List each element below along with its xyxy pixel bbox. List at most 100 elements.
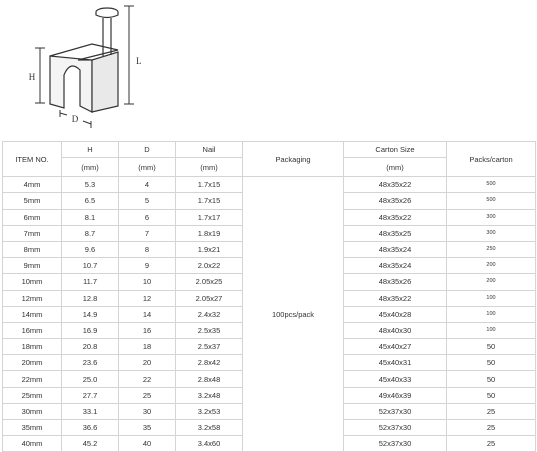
nail-cell: 2.05x25 xyxy=(175,273,243,291)
item-cell: 6mm xyxy=(2,208,62,226)
carton-cell: 45x40x31 xyxy=(343,354,447,372)
h-cell: 20.8 xyxy=(61,338,119,356)
table-row: 4mm 5.3 4 1.7x15 100pcs/pack 48x35x22 500 xyxy=(2,176,536,452)
nail-cell: 1.9x21 xyxy=(175,240,243,259)
d-cell: 35 xyxy=(118,418,176,437)
d-unit: (mm) xyxy=(118,157,176,178)
nail-cell: 3.2x53 xyxy=(175,402,243,421)
packs-cell: 250 xyxy=(446,240,536,259)
nail-cell: 2.8x48 xyxy=(175,370,243,388)
h-cell: 33.1 xyxy=(61,402,119,421)
nail-unit: (mm) xyxy=(175,157,243,178)
h-cell: 9.6 xyxy=(61,240,119,259)
nail-cell: 3.2x48 xyxy=(175,386,243,404)
carton-cell: 45x40x33 xyxy=(343,370,447,388)
item-cell: 18mm xyxy=(2,338,62,356)
nail-cell: 3.2x58 xyxy=(175,418,243,437)
carton-cell: 48x35x22 xyxy=(343,289,447,307)
carton-cell: 48x35x22 xyxy=(343,208,447,226)
d-cell: 5 xyxy=(118,192,176,210)
packs-cell: 50 xyxy=(446,354,536,372)
item-header: ITEM NO. xyxy=(2,140,62,178)
item-cell: 40mm xyxy=(2,435,62,452)
item-cell: 10mm xyxy=(2,273,62,291)
item-cell: 12mm xyxy=(2,289,62,307)
h-cell: 10.7 xyxy=(61,257,119,275)
h-cell: 5.3 xyxy=(61,176,119,194)
packs-cell: 500 xyxy=(446,176,536,194)
item-cell: 8mm xyxy=(2,240,62,259)
carton-cell: 48x35x26 xyxy=(343,273,447,291)
packs-cell: 100 xyxy=(446,321,536,340)
d-cell: 22 xyxy=(118,370,176,388)
item-cell: 22mm xyxy=(2,370,62,388)
d-cell: 4 xyxy=(118,176,176,194)
d-cell: 7 xyxy=(118,224,176,242)
packs-cell: 200 xyxy=(446,273,536,291)
carton-cell: 48x40x30 xyxy=(343,321,447,340)
d-cell: 14 xyxy=(118,305,176,323)
packs-cell: 300 xyxy=(446,224,536,242)
d-cell: 40 xyxy=(118,435,176,452)
packs-cell: 50 xyxy=(446,370,536,388)
nail-cell: 1.7x17 xyxy=(175,208,243,226)
nail-cell: 1.8x19 xyxy=(175,224,243,242)
packs-cell: 25 xyxy=(446,402,536,421)
carton-cell: 48x35x26 xyxy=(343,192,447,210)
h-cell: 36.6 xyxy=(61,418,119,437)
packs-cell: 500 xyxy=(446,192,536,210)
carton-cell: 48x35x22 xyxy=(343,176,447,194)
h-cell: 23.6 xyxy=(61,354,119,372)
nail-cell: 1.7x15 xyxy=(175,176,243,194)
l-dimension xyxy=(124,5,134,105)
cable-clip-diagram: H L D xyxy=(29,5,142,128)
item-cell: 4mm xyxy=(2,176,62,194)
l-label: L xyxy=(136,56,142,66)
packs-cell: 50 xyxy=(446,386,536,404)
h-cell: 16.9 xyxy=(61,321,119,340)
nail-cell: 2.05x27 xyxy=(175,289,243,307)
d-cell: 18 xyxy=(118,338,176,356)
item-cell: 5mm xyxy=(2,192,62,210)
item-cell: 35mm xyxy=(2,418,62,437)
nail-cell: 2.8x42 xyxy=(175,354,243,372)
nail-cell: 2.4x32 xyxy=(175,305,243,323)
nail-header: Nail xyxy=(175,140,243,159)
h-cell: 12.8 xyxy=(61,289,119,307)
h-cell: 8.7 xyxy=(61,224,119,242)
item-cell: 30mm xyxy=(2,402,62,421)
d-cell: 8 xyxy=(118,240,176,259)
carton-cell: 48x35x25 xyxy=(343,224,447,242)
nail-cell: 2.5x37 xyxy=(175,338,243,356)
nail-cell: 3.4x60 xyxy=(175,435,243,452)
packs-cell: 25 xyxy=(446,435,536,452)
packaging-cell: 100pcs/pack xyxy=(242,176,344,452)
nail-cell: 2.0x22 xyxy=(175,257,243,275)
d-cell: 30 xyxy=(118,402,176,421)
carton-cell: 52x37x30 xyxy=(343,418,447,437)
packs-cell: 300 xyxy=(446,208,536,226)
d-cell: 9 xyxy=(118,257,176,275)
h-dimension xyxy=(35,47,45,104)
carton-cell: 48x35x24 xyxy=(343,240,447,259)
carton-unit: (mm) xyxy=(343,157,447,178)
d-cell: 12 xyxy=(118,289,176,307)
item-cell: 20mm xyxy=(2,354,62,372)
d-cell: 10 xyxy=(118,273,176,291)
packs-cell: 100 xyxy=(446,289,536,307)
nail-cell: 2.5x35 xyxy=(175,321,243,340)
packaging-header: Packaging xyxy=(242,140,344,178)
carton-cell: 48x35x24 xyxy=(343,257,447,275)
nail-cell: 1.7x15 xyxy=(175,192,243,210)
h-cell: 8.1 xyxy=(61,208,119,226)
h-cell: 11.7 xyxy=(61,273,119,291)
packs-cell: 100 xyxy=(446,305,536,323)
packs-header: Packs/carton xyxy=(446,140,536,178)
carton-header: Carton Size xyxy=(343,140,447,159)
packs-cell: 50 xyxy=(446,338,536,356)
h-cell: 14.9 xyxy=(61,305,119,323)
packs-cell: 200 xyxy=(446,257,536,275)
h-cell: 45.2 xyxy=(61,435,119,452)
item-cell: 16mm xyxy=(2,321,62,340)
h-header: H xyxy=(61,140,119,159)
